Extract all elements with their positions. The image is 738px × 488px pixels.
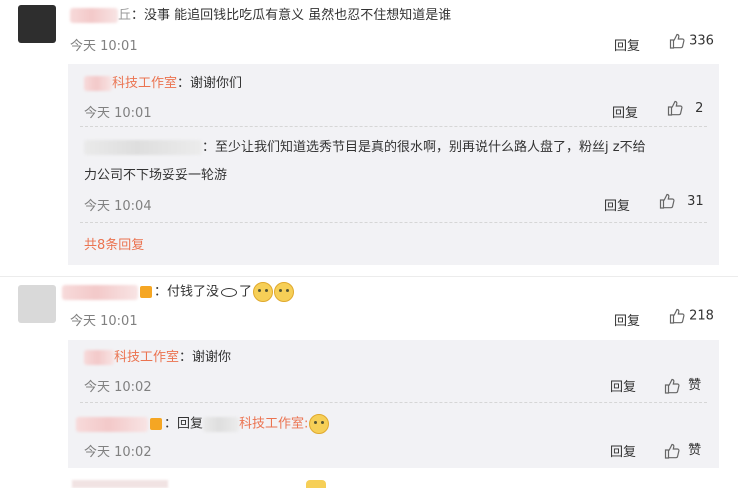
reply-text: 谢谢你: [192, 350, 232, 365]
username-blurred[interactable]: [62, 284, 138, 300]
username-blurred[interactable]: [76, 416, 148, 432]
thumb-up-icon: [669, 308, 685, 324]
thumb-up-icon: [659, 193, 675, 209]
reply-time: 今天 10:02: [84, 445, 152, 460]
reply-username[interactable]: 科技工作室: [112, 76, 177, 91]
mention-name[interactable]: 科技工作室: [239, 417, 304, 432]
comment-text: 付钱了没: [167, 284, 220, 300]
comment-separator: [0, 276, 738, 277]
divider: [80, 222, 707, 223]
username-blurred[interactable]: [84, 76, 112, 91]
reply-button[interactable]: 回复: [614, 310, 640, 329]
username-blurred[interactable]: [70, 8, 118, 23]
reply-button[interactable]: 回复: [610, 441, 636, 460]
reply-button[interactable]: 回复: [614, 35, 640, 54]
reply-username[interactable]: 科技工作室: [114, 350, 179, 365]
divider: [80, 402, 707, 403]
reply-panel: 科技工作室：谢谢你们 今天 10:01 回复 2 ：至少让我们知道选秀节目是真的…: [68, 64, 719, 265]
username-blurred[interactable]: [84, 140, 202, 155]
comment-time: 今天 10:01: [70, 39, 138, 54]
reply-2-line: ：回复 科技工作室:: [76, 414, 330, 435]
avatar[interactable]: [18, 285, 56, 323]
thumb-up-icon: [664, 378, 680, 394]
avatar[interactable]: [18, 5, 56, 43]
member-badge-icon: [140, 286, 152, 298]
username-tail: 丘: [118, 8, 132, 23]
like-label: 赞: [688, 443, 702, 458]
like-count: 336: [689, 33, 714, 49]
mention-blurred[interactable]: [203, 416, 240, 432]
like-count: 2: [695, 100, 704, 116]
reply-button[interactable]: 回复: [604, 195, 630, 214]
comment-text: 没事 能追回钱比吃瓜有意义 虽然也忍不住想知道是谁: [144, 8, 452, 23]
reply-2-line2: 力公司不下场妥妥一轮游: [84, 168, 228, 183]
shocked-emoji-icon: [309, 414, 330, 434]
reply-time: 今天 10:02: [84, 380, 152, 395]
reply-button[interactable]: 回复: [610, 376, 636, 395]
reply-text: 至少让我们知道选秀节目是真的很水啊，别再说什么路人盘了，粉丝j z不给: [215, 140, 646, 155]
reply-text: 谢谢你们: [190, 76, 243, 91]
eye-emoji-icon: [221, 287, 238, 297]
separator: ：: [131, 8, 145, 23]
username-blurred[interactable]: [84, 350, 114, 365]
like-button[interactable]: 31: [659, 193, 704, 209]
reply-panel: 科技工作室：谢谢你 今天 10:02 回复 赞 ：回复 科技工作室: 今天 10:…: [68, 340, 719, 468]
like-count: 218: [689, 308, 714, 324]
divider: [80, 126, 707, 127]
reply-prefix: 回复: [177, 416, 204, 432]
like-button[interactable]: 218: [669, 308, 714, 324]
view-all-replies-link[interactable]: 共8条回复: [84, 234, 144, 253]
like-button[interactable]: 赞: [664, 439, 701, 459]
like-label: 赞: [688, 378, 702, 393]
member-badge-icon: [150, 418, 162, 430]
reply-1-line: 科技工作室：谢谢你们: [84, 74, 242, 94]
thumb-up-icon: [664, 443, 680, 459]
thumb-up-icon: [669, 33, 685, 49]
thumb-up-icon: [667, 100, 683, 116]
dog-emoji-icon: [274, 282, 295, 302]
comment-1-line: ​丘：没事 能追回钱比吃瓜有意义 虽然也忍不住想知道是谁: [70, 6, 451, 26]
reply-2-line1: ：至少让我们知道选秀节目是真的很水啊，别再说什么路人盘了，粉丝j z不给: [84, 138, 646, 158]
comment-time: 今天 10:01: [70, 314, 138, 329]
like-button[interactable]: 赞: [664, 374, 701, 394]
comment-2-line: ：付钱了没了: [62, 282, 295, 303]
reply-time: 今天 10:04: [84, 199, 152, 214]
reply-time: 今天 10:01: [84, 106, 152, 121]
like-button[interactable]: 2: [667, 100, 703, 116]
reply-1-line: 科技工作室：谢谢你: [84, 348, 231, 368]
like-count: 31: [687, 193, 704, 209]
dog-emoji-icon: [253, 282, 274, 302]
like-button[interactable]: 336: [669, 33, 714, 49]
reply-button[interactable]: 回复: [612, 102, 638, 121]
